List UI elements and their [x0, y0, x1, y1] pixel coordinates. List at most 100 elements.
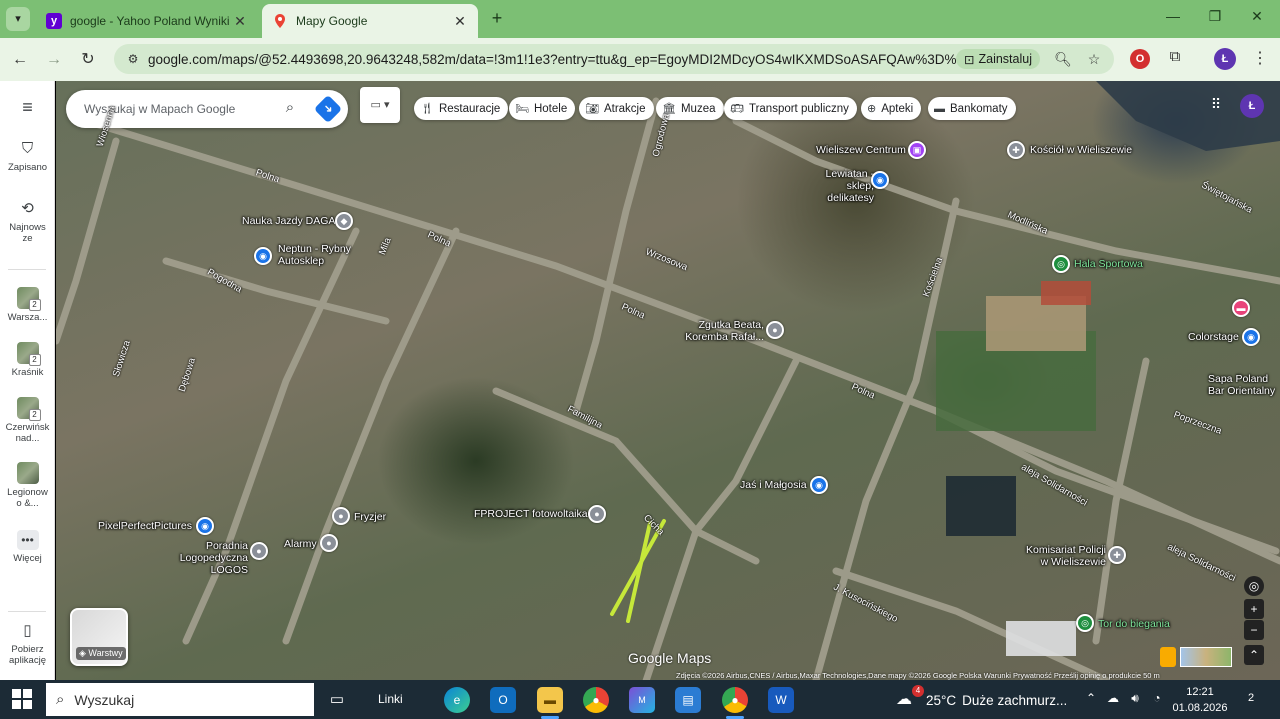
place-label[interactable]: Neptun - Rybny Autosklep — [278, 243, 358, 267]
place-label[interactable]: Tor do biegania — [1098, 618, 1170, 630]
layers-button[interactable]: ◈ Warstwy — [70, 608, 128, 666]
place-label[interactable]: PixelPerfectPictures — [98, 520, 192, 532]
place-label[interactable]: Jaś i Małgosia — [740, 479, 807, 491]
outlook-icon[interactable]: O — [490, 687, 516, 713]
my-location-icon[interactable]: ◎ — [1244, 576, 1264, 596]
volume-icon[interactable]: 🔊︎ — [1126, 691, 1144, 709]
back-icon[interactable]: ← — [8, 48, 32, 72]
edge-icon[interactable]: e — [444, 687, 470, 713]
zoom-in-button[interactable]: + — [1244, 599, 1264, 619]
notifications-icon[interactable]: 2 — [1240, 689, 1262, 711]
business-icon[interactable]: ● — [332, 507, 350, 525]
place-label[interactable]: Nauka Jazdy DAGA — [242, 215, 335, 227]
new-tab-button[interactable]: + — [486, 8, 508, 30]
church-icon[interactable]: ✚ — [1007, 141, 1025, 159]
chip-restaurants[interactable]: 🍴︎ Restauracje — [414, 97, 509, 120]
chip-attractions[interactable]: 📷︎ Atrakcje — [579, 97, 654, 120]
restore-icon[interactable]: ❐ — [1202, 8, 1228, 30]
business-icon[interactable]: ● — [588, 505, 606, 523]
chrome-profile-icon[interactable]: ● — [722, 687, 748, 713]
place-label[interactable]: Kościół w Wieliszewie — [1030, 144, 1132, 156]
sidebar-item-krasnik[interactable]: 2 Kraśnik — [0, 342, 55, 378]
maps-profile-avatar[interactable]: Ł — [1240, 94, 1264, 118]
place-label[interactable]: Fryzjer — [354, 511, 386, 523]
running-track-icon[interactable]: ◎ — [1076, 614, 1094, 632]
weather-widget[interactable]: ☁ 4 25°C Duże zachmurz... — [896, 685, 1067, 711]
sidebar-item-get-app[interactable]: ▯ Pobierz aplikację — [0, 621, 55, 666]
chrome-icon[interactable]: ● — [583, 687, 609, 713]
tab-maps[interactable]: Mapy Google ✕ — [262, 4, 478, 38]
directions-icon[interactable]: ➜ — [313, 94, 343, 124]
place-label[interactable]: Poradnia Logopedyczna LOGOS — [144, 540, 248, 576]
forward-icon[interactable]: → — [42, 48, 66, 72]
site-info-icon[interactable]: ⚙ — [122, 52, 144, 66]
shop-icon[interactable]: ◉ — [196, 517, 214, 535]
place-label[interactable]: FPROJECT fotowoltaika — [474, 508, 588, 520]
stadium-icon[interactable]: ◎ — [1052, 255, 1070, 273]
file-explorer-icon[interactable]: ▬ — [537, 687, 563, 713]
chip-public-transport[interactable]: 🚌︎ Transport publiczny — [724, 97, 857, 120]
window-close-icon[interactable]: ✕ — [1244, 8, 1270, 30]
taskbar-clock[interactable]: 12:21 01.08.2026 — [1172, 684, 1228, 716]
links-toolbar[interactable]: Linki — [378, 692, 403, 706]
shopping-icon[interactable]: ▬ — [1232, 299, 1250, 317]
place-label[interactable]: Colorstage — [1188, 331, 1239, 343]
shopping-icon[interactable]: ▣ — [908, 141, 926, 159]
input-tools-button[interactable]: ▭ ▾ — [360, 87, 400, 123]
bookmark-star-icon[interactable]: ☆ — [1084, 49, 1104, 69]
cloud-icon[interactable]: ☁ — [1104, 691, 1122, 709]
place-label[interactable]: Lewiatan - sklep, delikatesy — [814, 168, 874, 204]
map-preview-thumbnails[interactable] — [1180, 647, 1232, 667]
taskbar-search[interactable]: ⌕ Wyszukaj — [46, 683, 314, 716]
school-icon[interactable]: ◆ — [335, 212, 353, 230]
google-apps-icon[interactable]: ⠿ — [1206, 96, 1226, 116]
zoom-icon[interactable]: 🔍︎ — [1053, 49, 1073, 69]
shop-icon[interactable]: ◉ — [871, 171, 889, 189]
sidebar-item-legionowo[interactable]: Legionowo &... — [0, 462, 55, 509]
chip-hotels[interactable]: 🛏︎ Hotele — [509, 97, 576, 120]
store-icon[interactable]: ▤ — [675, 687, 701, 713]
sidebar-item-more[interactable]: ••• Więcej — [0, 530, 55, 564]
tray-overflow-icon[interactable]: ⌃ — [1082, 691, 1100, 709]
browser-menu-icon[interactable]: ⋮ — [1250, 48, 1270, 70]
place-label[interactable]: Wieliszew Centrum — [816, 144, 906, 156]
menu-button[interactable]: ≡ — [0, 97, 55, 120]
tab-yahoo[interactable]: y google - Yahoo Poland Wyniki wy ✕ — [36, 4, 258, 38]
word-icon[interactable]: W — [768, 687, 794, 713]
task-view-icon[interactable]: ▭ — [324, 687, 350, 713]
zoom-out-button[interactable]: − — [1244, 620, 1264, 640]
business-icon[interactable]: ● — [250, 542, 268, 560]
wifi-icon[interactable]: ◔ — [1148, 691, 1166, 709]
street-view-pegman-icon[interactable] — [1160, 647, 1176, 667]
tab-search-button[interactable]: ▾ — [6, 7, 30, 31]
search-icon[interactable]: ⌕ — [280, 99, 300, 119]
place-label[interactable]: Hala Sportowa — [1074, 258, 1143, 270]
police-icon[interactable]: ✚ — [1108, 546, 1126, 564]
sidebar-item-warszawa[interactable]: 2 Warsza... — [0, 287, 55, 323]
chip-atms[interactable]: ▬ Bankomaty — [928, 97, 1016, 120]
shop-icon[interactable]: ◉ — [254, 247, 272, 265]
sidebar-item-czerwinsk[interactable]: 2 Czerwińsk nad... — [0, 397, 55, 444]
close-tab-icon[interactable]: ✕ — [232, 13, 248, 30]
windows-start-icon[interactable] — [12, 689, 32, 709]
browser-profile-avatar[interactable]: Ł — [1214, 48, 1236, 70]
sidebar-item-recent[interactable]: ⟲ Najnowsze — [0, 199, 55, 244]
extensions-icon[interactable]: ⧉ — [1164, 48, 1186, 70]
shop-icon[interactable]: ◉ — [1242, 328, 1260, 346]
m365-icon[interactable]: M — [629, 687, 655, 713]
sidebar-item-saved[interactable]: ⛉ Zapisano — [0, 139, 55, 173]
place-label[interactable]: Komisariat Policji w Wieliszewie — [1022, 544, 1106, 568]
shop-icon[interactable]: ◉ — [810, 476, 828, 494]
opera-extension-icon[interactable]: O — [1130, 49, 1150, 69]
business-icon[interactable]: ● — [320, 534, 338, 552]
close-tab-icon[interactable]: ✕ — [452, 13, 468, 30]
place-label[interactable]: Alarmy — [284, 538, 317, 550]
place-label[interactable]: Zgutka Beata, Koremba Rafał... — [682, 319, 764, 343]
chip-pharmacies[interactable]: ⊕ Apteki — [861, 97, 922, 120]
install-app-button[interactable]: ⊡ Zainstaluj — [956, 49, 1040, 69]
business-icon[interactable]: ● — [766, 321, 784, 339]
place-label[interactable]: Sapa Poland Bar Orientalny — [1208, 373, 1280, 397]
satellite-map[interactable]: Wyszukaj w Mapach Google ⌕ ➜ ▭ ▾ 🍴︎ Resta… — [56, 81, 1280, 680]
minimize-icon[interactable]: — — [1160, 8, 1186, 30]
expand-icon[interactable]: ⌃ — [1244, 645, 1264, 665]
